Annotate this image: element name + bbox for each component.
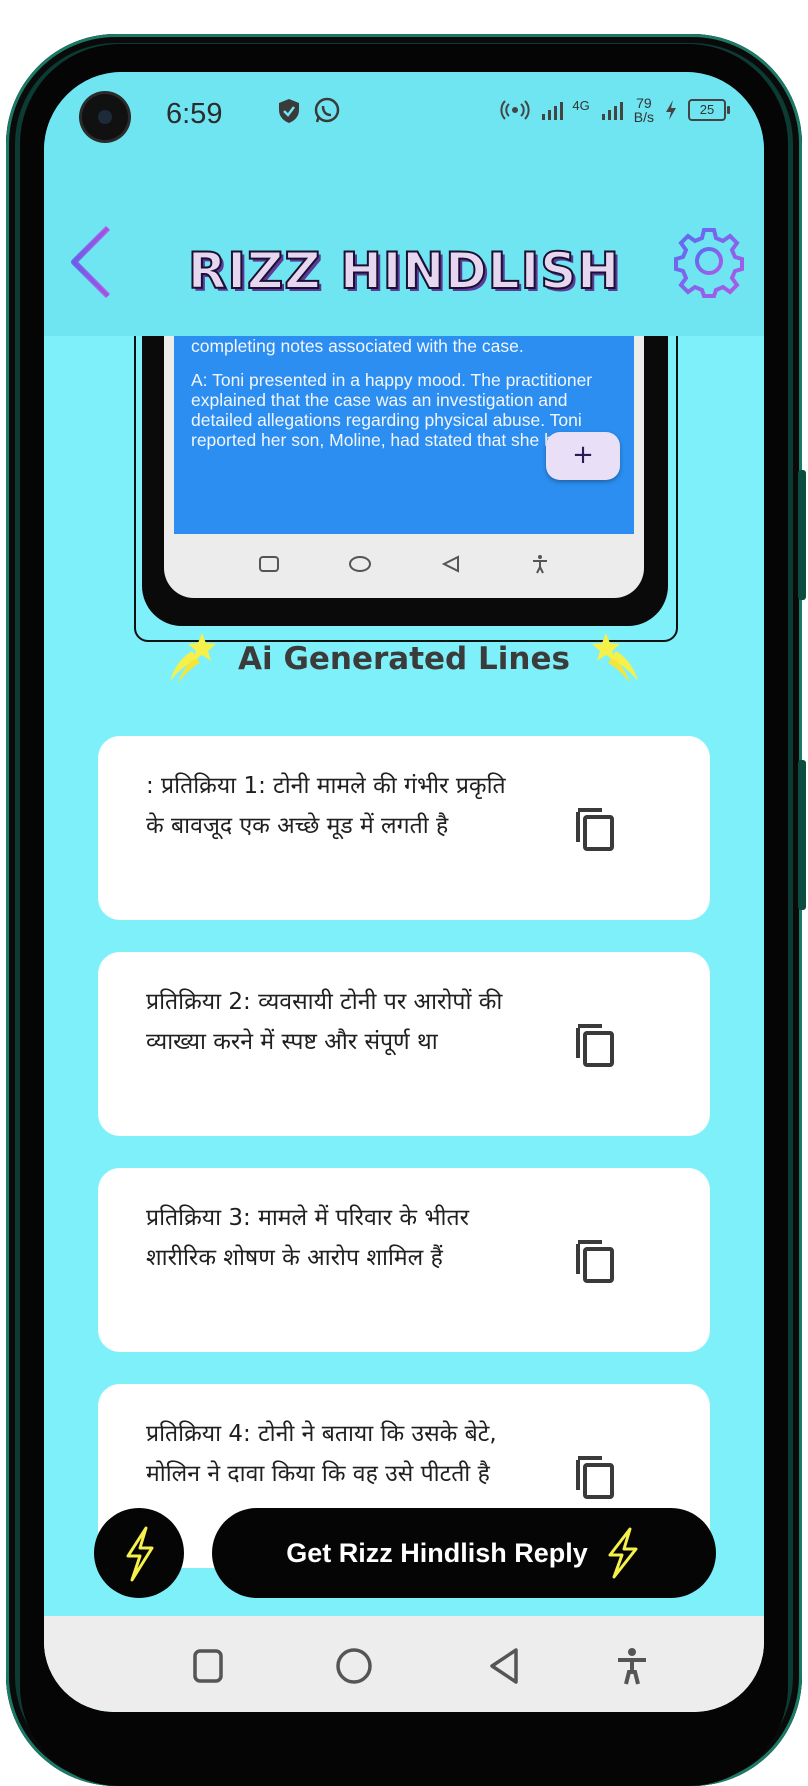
section-title: Ai Generated Lines <box>238 641 570 677</box>
response-list: : प्रतिक्रिया 1: टोनी मामले की गंभीर प्र… <box>98 736 710 1576</box>
accessibility-icon <box>618 1648 646 1685</box>
charging-icon <box>666 100 676 120</box>
hotspot-icon <box>500 100 530 120</box>
nav-home-button[interactable] <box>332 1644 376 1688</box>
net-speed-value: 79 <box>636 95 652 111</box>
copy-button[interactable] <box>572 804 616 852</box>
lightning-icon <box>608 1527 638 1579</box>
shooting-star-icon <box>170 633 217 683</box>
net-speed: 79 B/s <box>634 96 654 124</box>
whatsapp-icon <box>314 97 340 123</box>
status-left-icons <box>276 96 342 126</box>
copy-button[interactable] <box>572 1236 616 1284</box>
shield-icon <box>279 99 299 123</box>
nav-accessibility-button[interactable] <box>610 1644 654 1688</box>
triangle-back-icon <box>441 555 459 573</box>
get-reply-label: Get Rizz Hindlish Reply <box>286 1537 588 1568</box>
preview-nav-bar <box>164 544 644 584</box>
copy-icon <box>576 1024 614 1067</box>
response-text: : प्रतिक्रिया 1: टोनी मामले की गंभीर प्र… <box>146 773 506 839</box>
shooting-star-icon <box>591 633 638 683</box>
response-card: : प्रतिक्रिया 1: टोनी मामले की गंभीर प्र… <box>98 736 710 920</box>
signal-icon <box>542 102 564 120</box>
copy-icon <box>576 1240 614 1283</box>
app-bar: RIZZ HINDLISH <box>44 164 764 336</box>
preview-add-button: + <box>546 432 620 480</box>
signal-icon-2 <box>601 102 623 120</box>
response-card: प्रतिक्रिया 3: मामले में परिवार के भीतर … <box>98 1168 710 1352</box>
status-bar: 6:59 4G 79 B/s 25 <box>44 72 764 164</box>
square-icon <box>259 556 279 572</box>
copy-icon <box>576 1456 614 1499</box>
copy-button[interactable] <box>572 1020 616 1068</box>
app-title: RIZZ HINDLISH <box>187 241 621 301</box>
section-heading: Ai Generated Lines <box>44 624 764 694</box>
nav-recents-button[interactable] <box>186 1644 230 1688</box>
accessibility-icon <box>533 555 547 574</box>
nav-back-button[interactable] <box>482 1644 526 1688</box>
net-speed-unit: B/s <box>633 109 654 125</box>
lightning-icon <box>126 1526 154 1582</box>
response-text: प्रतिक्रिया 3: मामले में परिवार के भीतर … <box>146 1205 470 1271</box>
copy-button[interactable] <box>572 1452 616 1500</box>
battery-indicator: 25 <box>688 99 730 121</box>
phone-side-button <box>798 760 806 910</box>
app-screen: 6:59 4G 79 B/s 25 completing notes assoc… <box>44 72 764 1712</box>
system-nav-bar <box>44 1616 764 1712</box>
phone-side-button <box>798 470 806 600</box>
settings-button[interactable] <box>672 224 746 298</box>
response-card: प्रतिक्रिया 2: व्यवसायी टोनी पर आरोपों क… <box>98 952 710 1136</box>
network-type: 4G <box>572 97 590 113</box>
quick-reply-button[interactable] <box>94 1508 184 1598</box>
response-text: प्रतिक्रिया 2: व्यवसायी टोनी पर आरोपों क… <box>146 989 503 1055</box>
gear-icon <box>674 228 744 298</box>
circle-icon <box>349 556 371 572</box>
front-camera <box>82 94 128 140</box>
status-time: 6:59 <box>166 98 223 130</box>
status-right-icons: 4G 79 B/s 25 <box>500 96 730 124</box>
circle-icon <box>336 1648 372 1684</box>
response-text: प्रतिक्रिया 4: टोनी ने बताया कि उसके बेट… <box>146 1421 497 1487</box>
square-icon <box>193 1649 223 1683</box>
get-reply-button[interactable]: Get Rizz Hindlish Reply <box>212 1508 716 1598</box>
triangle-back-icon <box>490 1648 518 1684</box>
copy-icon <box>576 808 614 851</box>
